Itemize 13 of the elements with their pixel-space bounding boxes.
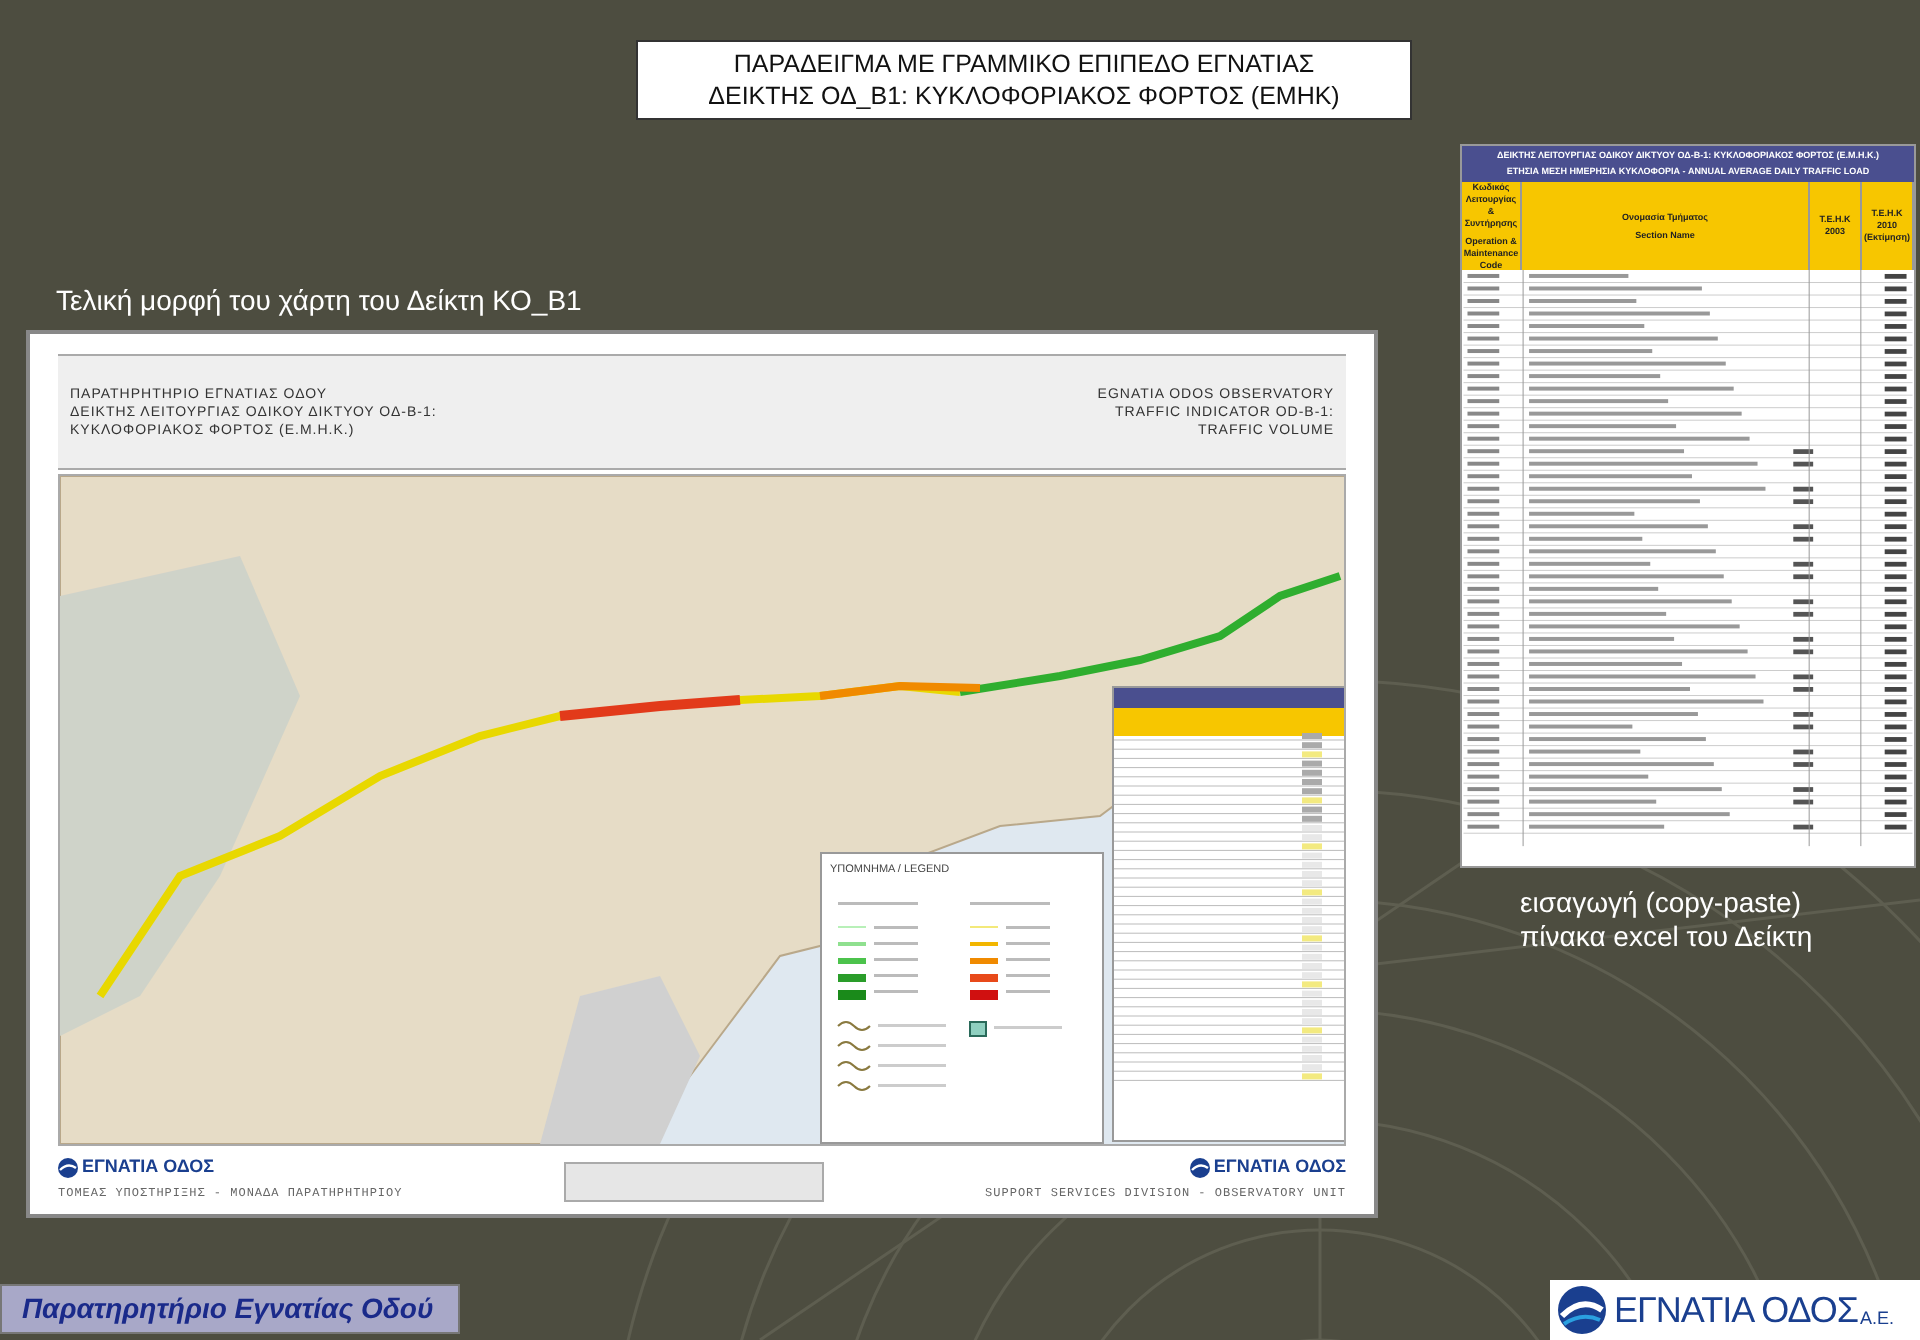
logo-text: ΕΓΝΑΤΙΑ ΟΔΟΣ xyxy=(82,1154,215,1180)
logo-text: ΕΓΝΑΤΙΑ ΟΔΟΣ xyxy=(1213,1154,1346,1180)
slide-title-line: ΔΕΙΚΤΗΣ ΟΔ_Β1: ΚΥΚΛΟΦΟΡΙΑΚΟΣ ΦΟΡΤΟΣ (ΕΜΗΚ) xyxy=(708,80,1340,112)
logo-emblem-icon xyxy=(1189,1157,1210,1178)
logo-text: ΕΓΝΑΤΙΑ ΟΔΟΣ xyxy=(1614,1288,1858,1332)
side-note-line: εισαγωγή (copy-paste) xyxy=(1520,886,1803,920)
logo-suffix: Α.Ε. xyxy=(1860,1306,1895,1332)
caption: Τελική μορφή του χάρτη του Δείκτη ΚΟ_Β1 xyxy=(56,282,582,320)
side-note-line: πίνακα excel του Δείκτη xyxy=(1520,920,1813,954)
footer-label: Παρατηρητήριο Εγνατίας Οδού xyxy=(0,1284,460,1334)
slide-title-line: ΠΑΡΑΔΕΙΓΜΑ ΜΕ ΓΡΑΜΜΙΚΟ ΕΠΙΠΕΔΟ ΕΓΝΑΤΙΑΣ xyxy=(733,48,1315,80)
logo-emblem-icon xyxy=(58,1157,78,1178)
logo-emblem-icon xyxy=(1558,1286,1606,1334)
